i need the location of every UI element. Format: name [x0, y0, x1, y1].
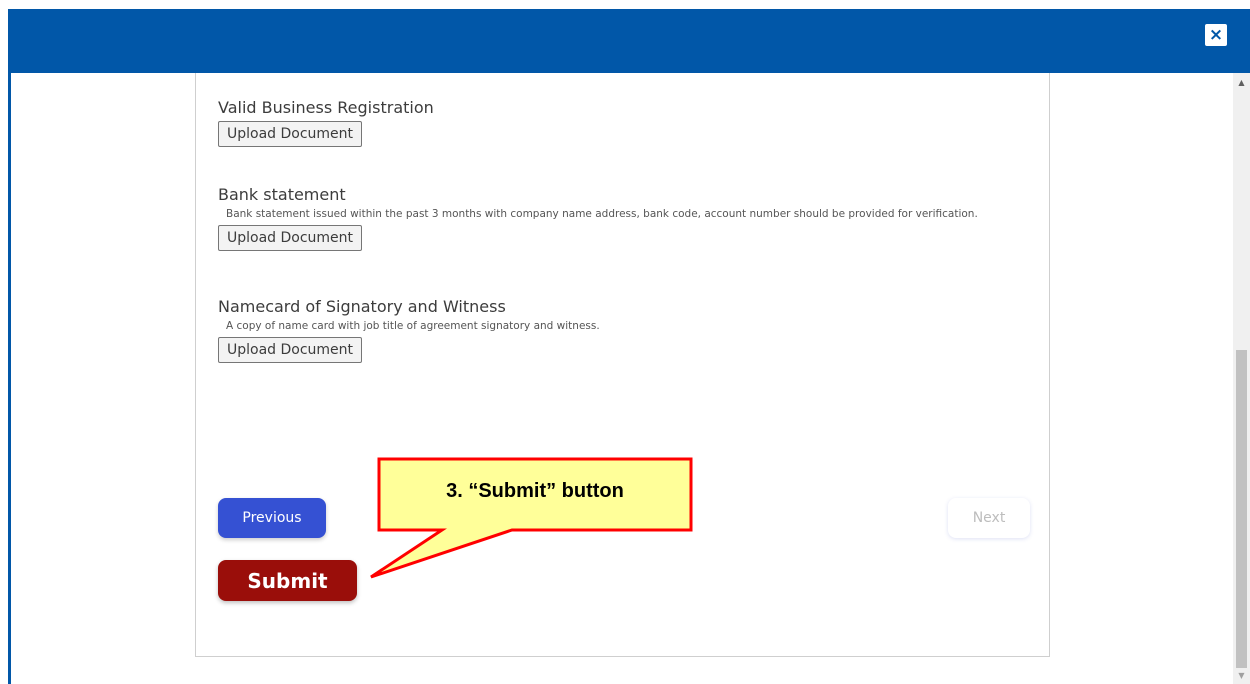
document-title: Valid Business Registration: [218, 98, 434, 117]
next-button[interactable]: Next: [948, 498, 1030, 538]
close-icon: ×: [1208, 24, 1224, 45]
vertical-scrollbar[interactable]: ▲ ▼: [1233, 73, 1250, 684]
document-section-namecard: Namecard of Signatory and Witness A copy…: [218, 297, 600, 363]
close-button[interactable]: ×: [1205, 24, 1227, 46]
upload-document-button[interactable]: Upload Document: [218, 337, 363, 363]
upload-document-button[interactable]: Upload Document: [218, 225, 363, 251]
document-section-bank-statement: Bank statement Bank statement issued wit…: [218, 185, 978, 251]
submit-button[interactable]: Submit: [218, 560, 357, 601]
dialog-header-bar: [8, 9, 1250, 73]
scrollbar-thumb[interactable]: [1236, 350, 1247, 668]
callout-text: 3. “Submit” button: [446, 480, 624, 502]
upload-documents-dialog: × Valid Business Registration Upload Doc…: [0, 0, 1250, 684]
previous-button[interactable]: Previous: [218, 498, 326, 538]
scroll-up-arrow-icon[interactable]: ▲: [1233, 75, 1250, 89]
document-title: Namecard of Signatory and Witness: [218, 297, 506, 316]
document-section-business-registration: Valid Business Registration Upload Docum…: [218, 98, 434, 147]
document-description: Bank statement issued within the past 3 …: [226, 208, 978, 220]
document-description: A copy of name card with job title of ag…: [226, 320, 600, 332]
document-title: Bank statement: [218, 185, 346, 204]
upload-document-button[interactable]: Upload Document: [218, 121, 363, 147]
dialog-left-border: [8, 73, 11, 684]
scroll-down-arrow-icon[interactable]: ▼: [1233, 668, 1250, 682]
